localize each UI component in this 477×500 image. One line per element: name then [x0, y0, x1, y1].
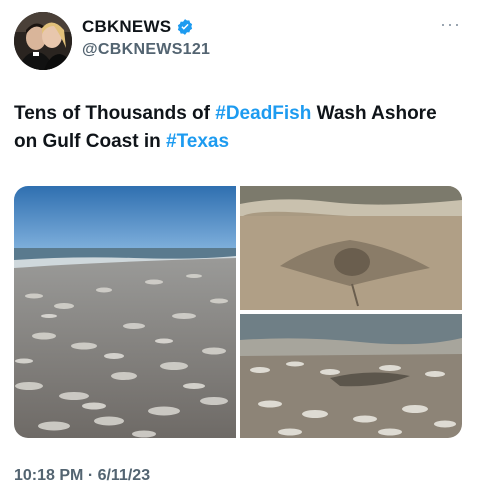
author-name-row: CBKNEWS	[82, 17, 194, 37]
tweet-timestamp[interactable]: 10:18 PM · 6/11/23	[14, 467, 150, 485]
fish-shoreline-photo[interactable]	[240, 314, 462, 438]
beach-dead-fish-photo[interactable]	[14, 186, 236, 438]
tweet-text-segment: Tens of Thousands of	[14, 103, 216, 124]
avatar-image	[14, 12, 72, 70]
tweet-text: Tens of Thousands of #DeadFish Wash Asho…	[14, 100, 464, 156]
more-options-icon[interactable]: ···	[440, 14, 461, 35]
hashtag-link[interactable]: #DeadFish	[215, 103, 311, 124]
verified-badge-icon	[176, 18, 194, 36]
profile-avatar[interactable]	[14, 12, 72, 70]
author-display-name[interactable]: CBKNEWS	[82, 17, 171, 37]
media-grid	[14, 186, 462, 438]
stingray-shore-photo[interactable]	[240, 186, 462, 310]
hashtag-link[interactable]: #Texas	[166, 131, 229, 152]
author-handle[interactable]: @CBKNEWS121	[82, 41, 210, 59]
